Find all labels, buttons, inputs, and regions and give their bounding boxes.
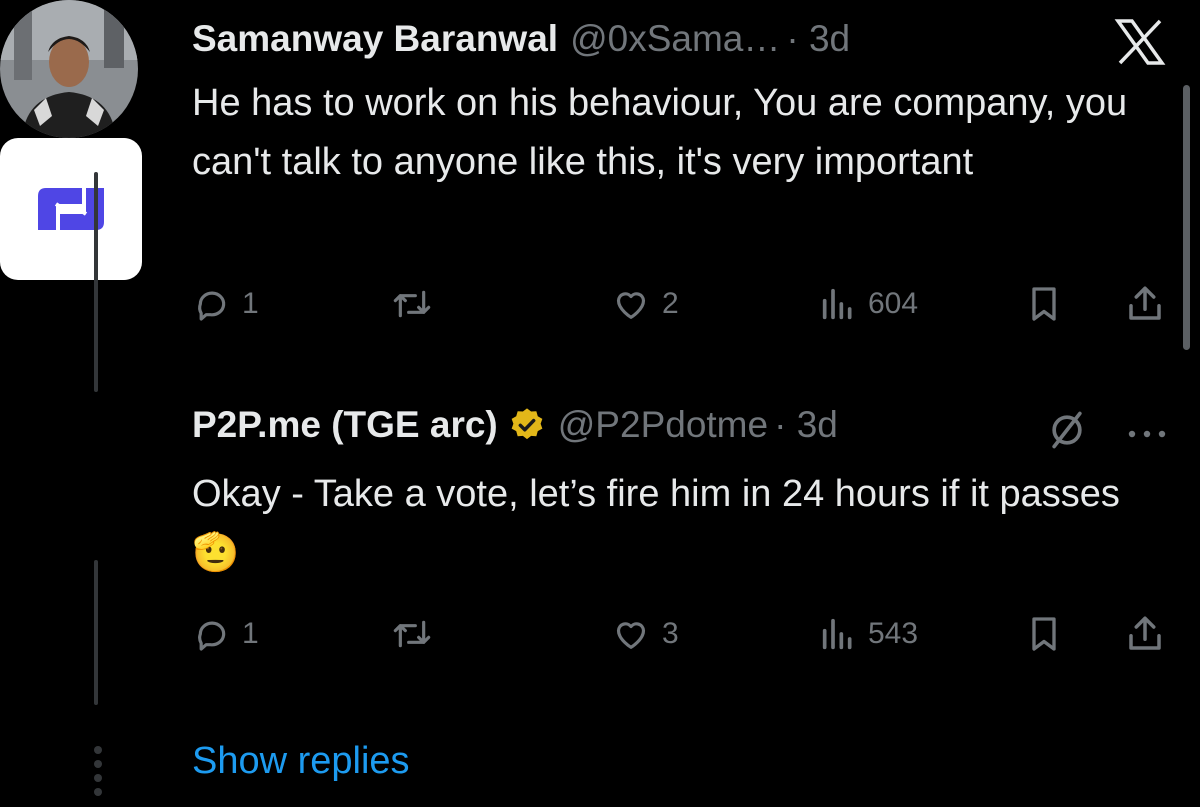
avatar[interactable] bbox=[0, 138, 142, 280]
tweet-header: Samanway Baranwal @0xSama… · 3d bbox=[192, 18, 850, 60]
thread-line bbox=[94, 560, 98, 705]
share-icon bbox=[1129, 616, 1161, 650]
timestamp[interactable]: · 3d bbox=[774, 404, 838, 446]
p2p-logo-icon bbox=[38, 188, 104, 230]
x-logo-icon bbox=[1114, 18, 1166, 71]
like-icon bbox=[616, 622, 646, 649]
tweet-text: He has to work on his behaviour, You are… bbox=[192, 82, 1128, 183]
reply-icon bbox=[198, 291, 226, 321]
views-icon bbox=[822, 288, 852, 320]
tweet-text: Okay - Take a vote, let’s fire him in 24… bbox=[192, 473, 1120, 574]
like-button[interactable]: 3 bbox=[610, 612, 679, 656]
collapsed-thread-dots bbox=[90, 746, 106, 802]
bookmark-button[interactable] bbox=[1024, 612, 1064, 656]
grok-icon[interactable] bbox=[1045, 408, 1089, 457]
share-button[interactable] bbox=[1124, 612, 1166, 656]
reply-icon bbox=[198, 621, 226, 651]
retweet-button[interactable] bbox=[390, 282, 434, 326]
reply-button[interactable]: 1 bbox=[192, 282, 259, 326]
user-handle[interactable]: @0xSama… bbox=[570, 18, 780, 60]
views-button[interactable]: 543 bbox=[818, 612, 918, 656]
views-count: 543 bbox=[868, 617, 919, 650]
avatar-photo bbox=[0, 0, 138, 138]
reply-button[interactable]: 1 bbox=[192, 612, 259, 656]
reply-count: 1 bbox=[242, 617, 259, 650]
display-name[interactable]: Samanway Baranwal bbox=[192, 18, 558, 60]
share-icon bbox=[1129, 286, 1161, 320]
show-replies-link[interactable]: Show replies bbox=[192, 740, 410, 783]
tweet-actions: 1 3 543 bbox=[192, 612, 1172, 656]
reply-count: 1 bbox=[242, 287, 259, 320]
bookmark-button[interactable] bbox=[1024, 282, 1064, 326]
retweet-icon bbox=[393, 620, 431, 648]
thread-line bbox=[94, 172, 98, 392]
scrollbar[interactable] bbox=[1183, 85, 1190, 350]
bookmark-icon bbox=[1032, 617, 1056, 651]
views-icon bbox=[822, 618, 852, 650]
views-button[interactable]: 604 bbox=[818, 282, 918, 326]
retweet-icon bbox=[393, 290, 431, 318]
timestamp[interactable]: · 3d bbox=[786, 18, 850, 60]
views-count: 604 bbox=[868, 287, 919, 320]
more-icon[interactable] bbox=[1126, 426, 1168, 444]
share-button[interactable] bbox=[1124, 282, 1166, 326]
user-handle[interactable]: @P2Pdotme bbox=[558, 404, 768, 446]
like-count: 2 bbox=[662, 287, 679, 320]
tweet-actions: 1 2 604 bbox=[192, 282, 1172, 326]
bookmark-icon bbox=[1032, 287, 1056, 321]
tweet-header: P2P.me (TGE arc) @P2Pdotme · 3d bbox=[192, 404, 838, 446]
display-name[interactable]: P2P.me (TGE arc) bbox=[192, 404, 498, 446]
retweet-button[interactable] bbox=[390, 612, 434, 656]
like-count: 3 bbox=[662, 617, 679, 650]
like-icon bbox=[616, 292, 646, 319]
verified-badge-icon bbox=[508, 406, 546, 444]
avatar[interactable] bbox=[0, 0, 138, 138]
like-button[interactable]: 2 bbox=[610, 282, 679, 326]
